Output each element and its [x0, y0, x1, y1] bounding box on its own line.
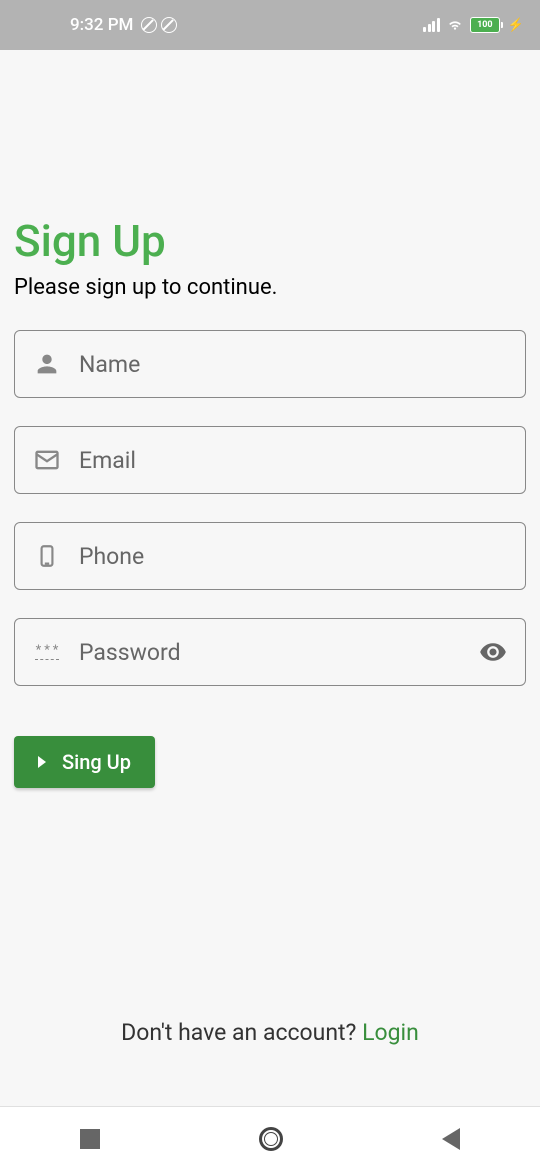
- do-not-disturb-icon: [141, 17, 157, 33]
- signal-icon: [423, 18, 440, 32]
- password-input[interactable]: [79, 639, 479, 666]
- page-title: Sign Up: [14, 215, 526, 267]
- footer-prompt: Don't have an account?: [121, 1019, 362, 1046]
- login-link[interactable]: Login: [362, 1019, 419, 1046]
- email-field-container[interactable]: [14, 426, 526, 494]
- email-icon: [33, 446, 61, 474]
- status-time: 9:32 PM: [70, 15, 133, 35]
- battery-icon: 100: [470, 17, 500, 33]
- password-field-container[interactable]: ***: [14, 618, 526, 686]
- charging-icon: ⚡: [508, 18, 524, 33]
- restriction-icon: [161, 17, 177, 33]
- name-field-container[interactable]: [14, 330, 526, 398]
- navigation-bar: [0, 1106, 540, 1170]
- back-button[interactable]: [442, 1128, 460, 1150]
- battery-level: 100: [477, 20, 493, 30]
- home-button[interactable]: [259, 1127, 283, 1151]
- page-subtitle: Please sign up to continue.: [14, 275, 526, 300]
- name-input[interactable]: [79, 351, 507, 378]
- wifi-icon: [446, 18, 464, 32]
- email-input[interactable]: [79, 447, 507, 474]
- play-icon: [38, 756, 46, 768]
- toggle-password-visibility-icon[interactable]: [479, 638, 507, 666]
- person-icon: [33, 350, 61, 378]
- status-notification-icons: [141, 17, 177, 33]
- recent-apps-button[interactable]: [80, 1129, 100, 1149]
- phone-input[interactable]: [79, 543, 507, 570]
- status-left: 9:32 PM: [70, 15, 177, 35]
- content-area: Sign Up Please sign up to continue.: [0, 50, 540, 1106]
- footer-text: Don't have an account? Login: [14, 1019, 526, 1046]
- signup-button[interactable]: Sing Up: [14, 736, 155, 788]
- password-icon: ***: [33, 638, 61, 666]
- phone-field-container[interactable]: [14, 522, 526, 590]
- signup-button-label: Sing Up: [62, 750, 131, 774]
- status-bar: 9:32 PM 100 ⚡: [0, 0, 540, 50]
- phone-icon: [33, 542, 61, 570]
- status-right: 100 ⚡: [423, 17, 524, 33]
